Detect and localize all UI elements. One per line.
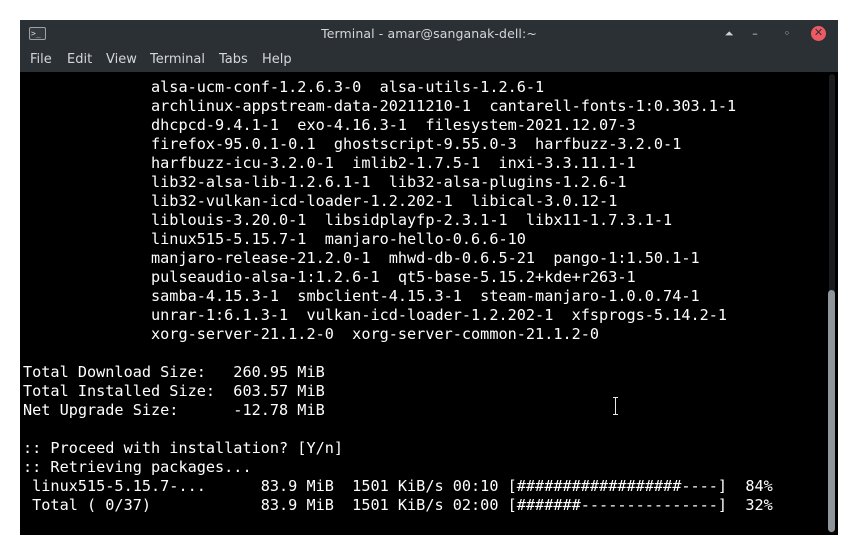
terminal-line: lib32-alsa-lib-1.2.6.1-1 lib32-alsa-plug… xyxy=(23,173,627,191)
terminal-line: linux515-5.15.7-... 83.9 MiB 1501 KiB/s … xyxy=(23,477,773,495)
terminal-line: xorg-server-21.1.2-0 xorg-server-common-… xyxy=(23,325,600,343)
maximize-icon[interactable]: ◦ xyxy=(779,26,795,42)
menu-view[interactable]: View xyxy=(106,52,137,67)
terminal-line: Total Installed Size: 603.57 MiB xyxy=(23,382,325,400)
menu-file[interactable]: File xyxy=(30,52,52,67)
terminal-line: manjaro-release-21.2.0-1 mhwd-db-0.6.5-2… xyxy=(23,249,700,267)
menu-bar: File Edit View Terminal Tabs Help xyxy=(20,48,838,72)
terminal-line: Total Download Size: 260.95 MiB xyxy=(23,363,325,381)
terminal-output[interactable]: alsa-ucm-conf-1.2.6.3-0 alsa-utils-1.2.6… xyxy=(20,72,826,535)
terminal-window: >_ Terminal - amar@sanganak-dell:~ ⏶ – ◦… xyxy=(20,20,838,535)
terminal-line: :: Proceed with installation? [Y/n] xyxy=(23,439,344,457)
window-title: Terminal - amar@sanganak-dell:~ xyxy=(321,26,537,41)
close-icon[interactable]: ✕ xyxy=(811,26,826,41)
keep-above-icon[interactable]: ⏶ xyxy=(721,26,737,42)
menu-terminal[interactable]: Terminal xyxy=(150,52,205,67)
terminal-line: dhcpcd-9.4.1-1 exo-4.16.3-1 filesystem-2… xyxy=(23,116,636,134)
terminal-line: linux515-5.15.7-1 manjaro-hello-0.6.6-10 xyxy=(23,230,526,248)
text-cursor-icon xyxy=(613,397,618,415)
terminal-line: unrar-1:6.1.3-1 vulkan-icd-loader-1.2.20… xyxy=(23,306,728,324)
terminal-line: Net Upgrade Size: -12.78 MiB xyxy=(23,401,325,419)
terminal-line: samba-4.15.3-1 smbclient-4.15.3-1 steam-… xyxy=(23,287,700,305)
terminal-line: Total ( 0/37) 83.9 MiB 1501 KiB/s 02:00 … xyxy=(23,496,773,514)
terminal-line: :: Retrieving packages... xyxy=(23,458,252,476)
terminal-line: pulseaudio-alsa-1:1.2.6-1 qt5-base-5.15.… xyxy=(23,268,636,286)
minimize-icon[interactable]: – xyxy=(747,26,763,42)
title-bar[interactable]: >_ Terminal - amar@sanganak-dell:~ ⏶ – ◦… xyxy=(20,20,838,48)
terminal-line: lib32-vulkan-icd-loader-1.2.202-1 libica… xyxy=(23,192,618,210)
terminal-line: firefox-95.0.1-0.1 ghostscript-9.55.0-3 … xyxy=(23,135,682,153)
menu-help[interactable]: Help xyxy=(262,52,292,67)
terminal-line: harfbuzz-icu-3.2.0-1 imlib2-1.7.5-1 inxi… xyxy=(23,154,636,172)
terminal-line: alsa-ucm-conf-1.2.6.3-0 alsa-utils-1.2.6… xyxy=(23,78,545,96)
terminal-line: liblouis-3.20.0-1 libsidplayfp-2.3.1-1 l… xyxy=(23,211,673,229)
terminal-line: archlinux-appstream-data-20211210-1 cant… xyxy=(23,97,737,115)
menu-tabs[interactable]: Tabs xyxy=(219,52,248,67)
vertical-scrollbar[interactable] xyxy=(826,72,838,535)
scrollbar-thumb[interactable] xyxy=(828,290,835,532)
menu-edit[interactable]: Edit xyxy=(67,52,92,67)
